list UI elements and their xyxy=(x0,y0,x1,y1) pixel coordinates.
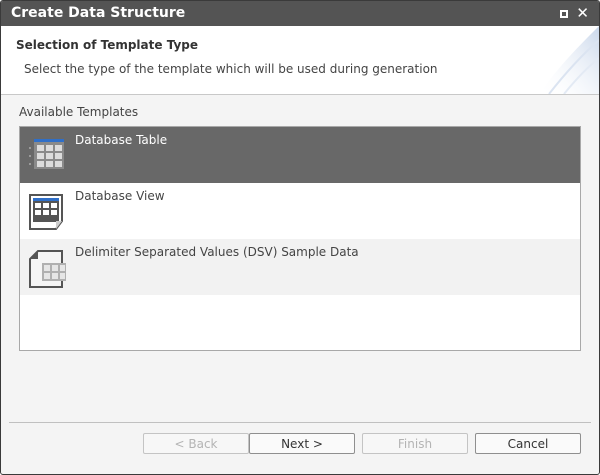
template-label: Database Table xyxy=(75,133,168,147)
available-templates-label: Available Templates xyxy=(19,105,139,119)
wizard-header: Selection of Template Type Select the ty… xyxy=(1,26,599,95)
next-button[interactable]: Next > xyxy=(249,433,355,454)
back-button[interactable]: < Back xyxy=(143,433,249,454)
footer-divider xyxy=(9,422,591,423)
page-title: Selection of Template Type xyxy=(16,38,199,52)
template-list[interactable]: Database Table Database View Delimiter S… xyxy=(19,126,581,351)
cancel-button[interactable]: Cancel xyxy=(475,433,581,454)
template-label: Database View xyxy=(75,189,165,203)
maximize-icon[interactable] xyxy=(560,9,569,18)
template-label: Delimiter Separated Values (DSV) Sample … xyxy=(75,245,359,259)
template-item-database-table[interactable]: Database Table xyxy=(20,127,580,183)
window-title: Create Data Structure xyxy=(11,5,186,21)
banner-graphic-icon xyxy=(539,26,599,94)
create-data-structure-dialog: Create Data Structure ✕ Selection of Tem… xyxy=(0,0,600,475)
page-description: Select the type of the template which wi… xyxy=(24,62,438,76)
close-icon[interactable]: ✕ xyxy=(576,1,589,26)
database-view-icon xyxy=(29,194,63,230)
window-controls: ✕ xyxy=(560,1,589,26)
database-table-icon xyxy=(29,139,64,169)
dsv-file-icon xyxy=(29,250,66,288)
finish-button[interactable]: Finish xyxy=(362,433,468,454)
template-item-dsv-sample-data[interactable]: Delimiter Separated Values (DSV) Sample … xyxy=(20,239,580,295)
title-bar[interactable]: Create Data Structure ✕ xyxy=(1,1,599,26)
template-item-database-view[interactable]: Database View xyxy=(20,183,580,239)
